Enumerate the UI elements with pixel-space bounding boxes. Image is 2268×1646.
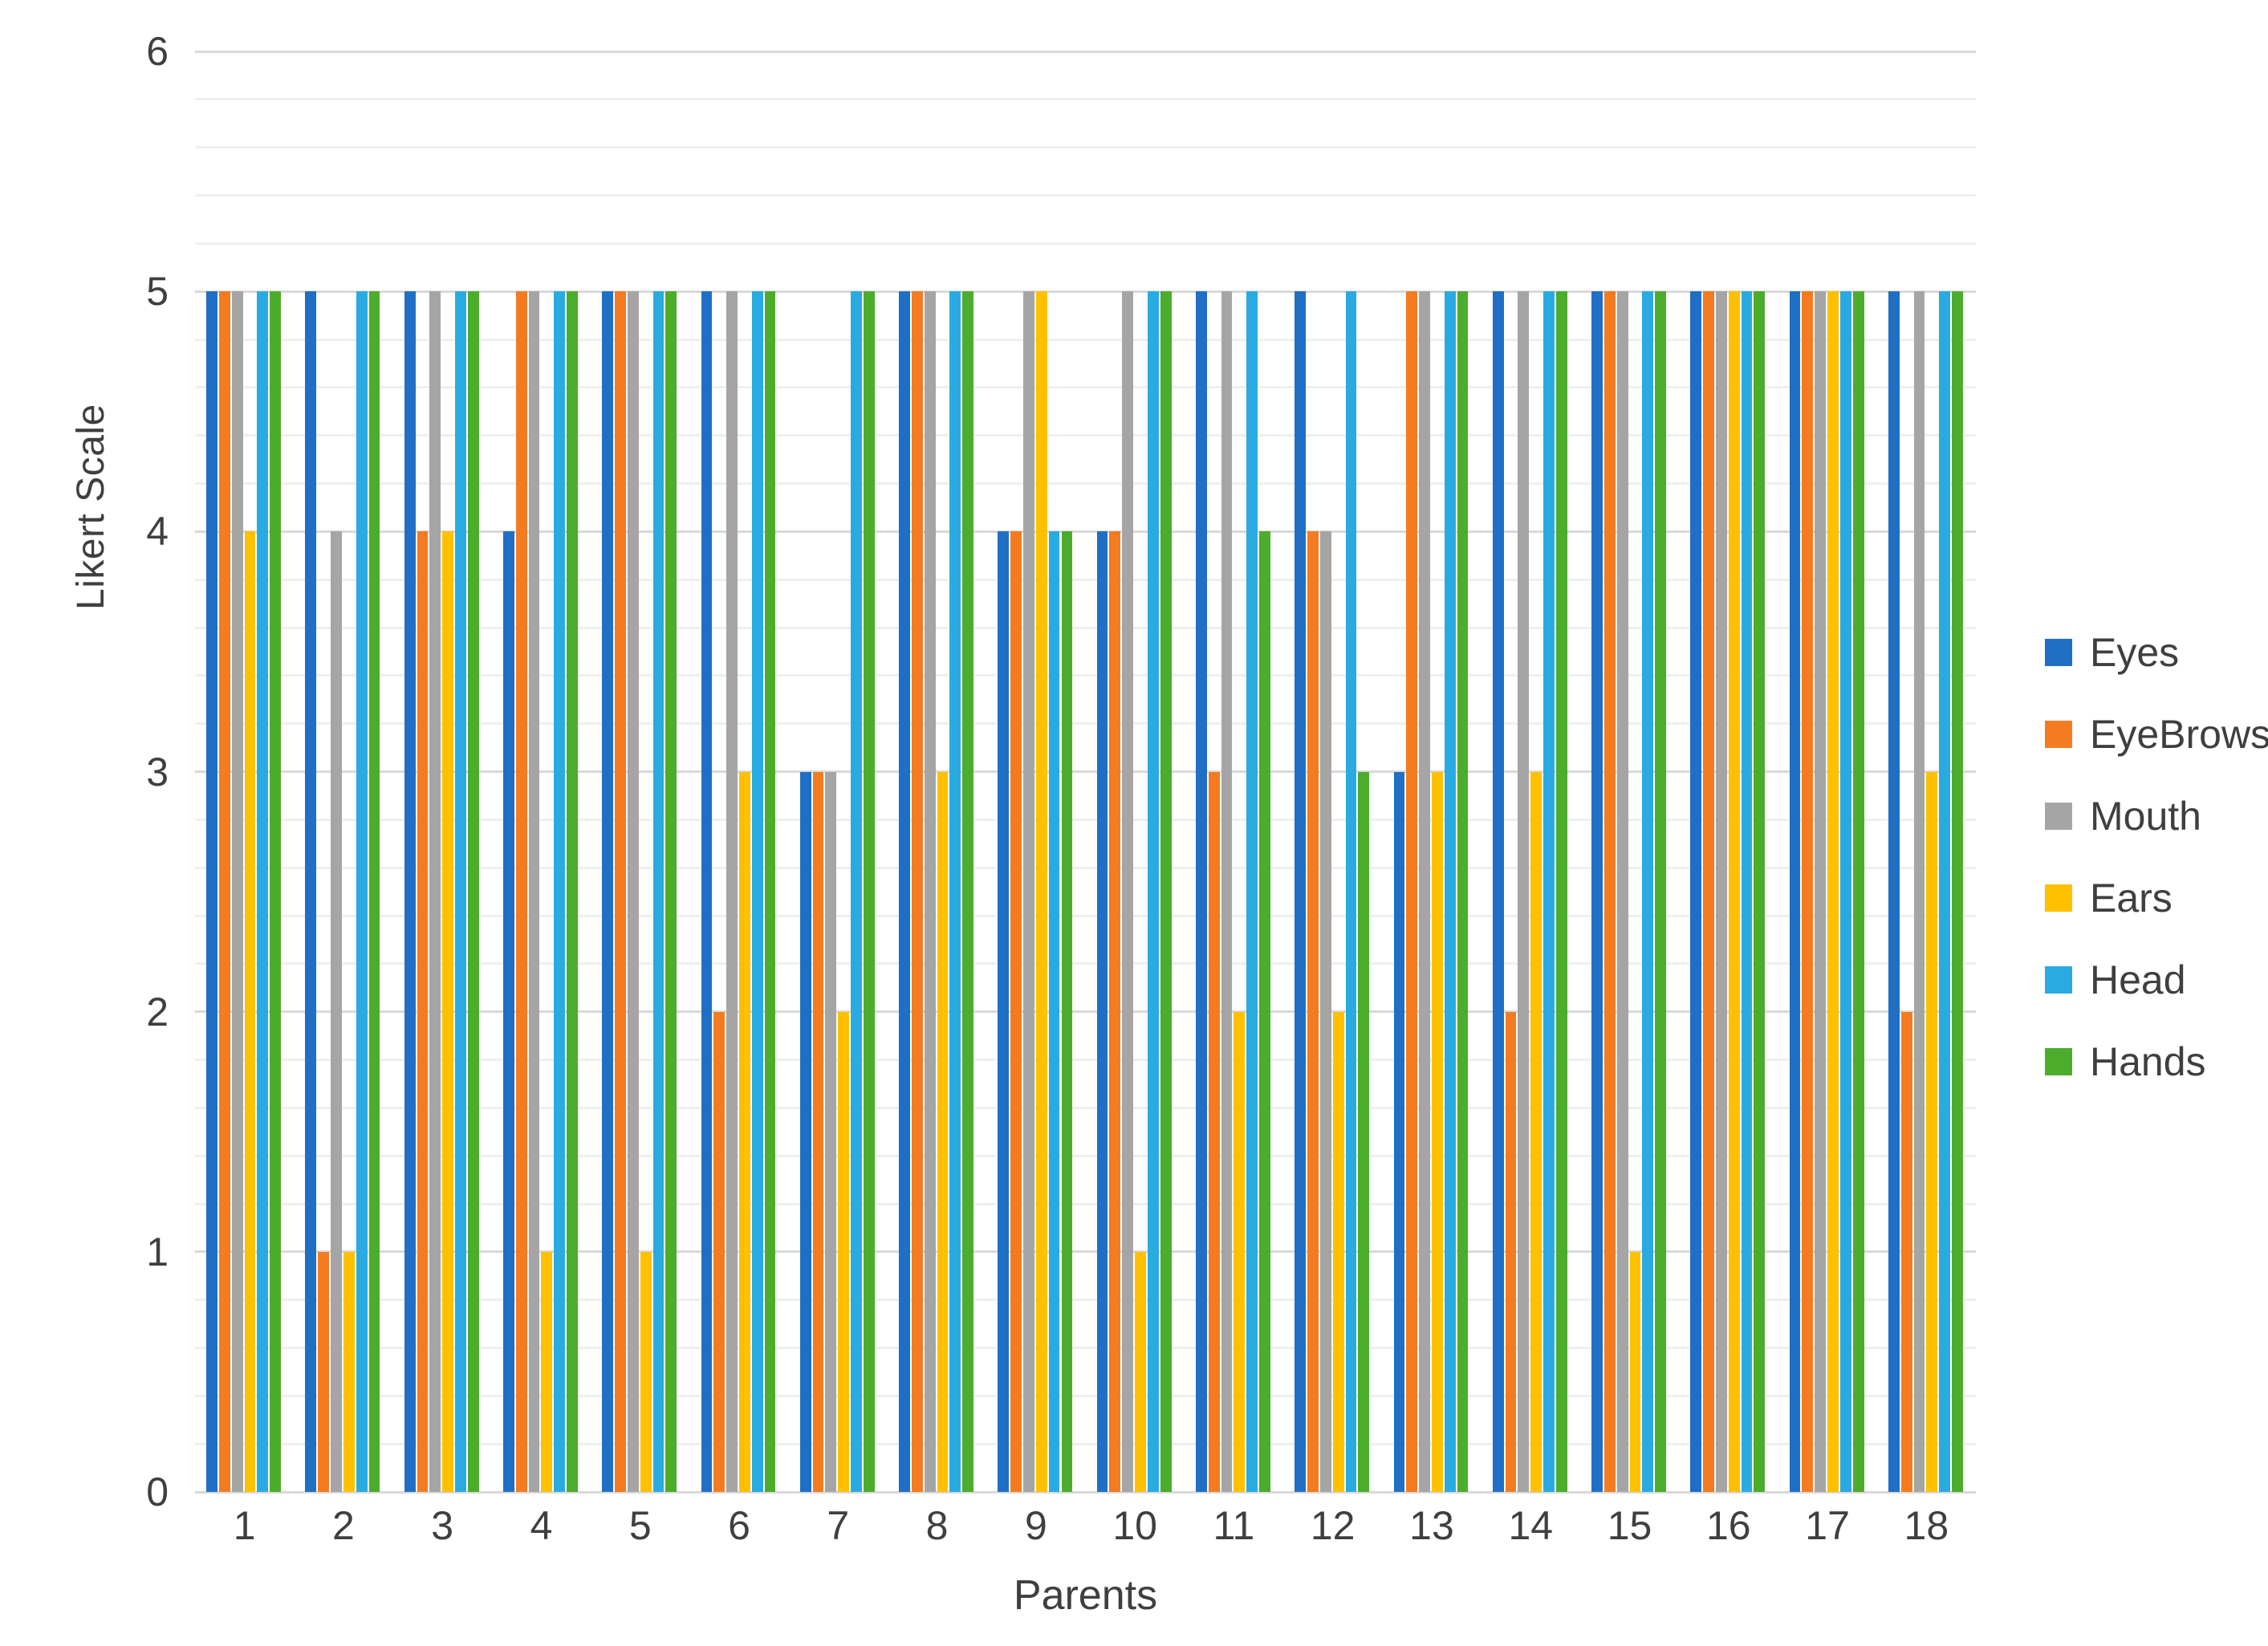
x-tick-label: 10 — [1112, 1503, 1157, 1548]
legend-item-ears[interactable]: Ears — [2045, 878, 2268, 918]
chart-container: Likert Scale 0123456 1 2 3 4 5 6 7 8 9 10 11 12 13 14… — [0, 0, 2268, 1646]
bar-group — [1295, 51, 1371, 1492]
y-tick-label: 2 — [146, 989, 169, 1034]
bar-group — [1591, 51, 1668, 1492]
legend-item-hands[interactable]: Hands — [2045, 1042, 2268, 1082]
bar-group — [206, 51, 282, 1492]
legend-label: Hands — [2090, 1039, 2206, 1084]
bar-series-layer — [195, 51, 1976, 1492]
x-tick-label: 13 — [1409, 1503, 1454, 1548]
x-axis-title: Parents — [1013, 1572, 1158, 1619]
legend-item-eyes[interactable]: Eyes — [2045, 632, 2268, 673]
x-tick-label: 7 — [827, 1503, 850, 1548]
y-tick-label: 4 — [146, 509, 169, 555]
legend-swatch-icon — [2045, 966, 2072, 994]
bar-group — [602, 51, 678, 1492]
legend-label: EyeBrows — [2090, 712, 2268, 757]
x-tick-label: 8 — [925, 1503, 949, 1548]
x-tick-label: 5 — [628, 1503, 652, 1548]
bar-group — [1493, 51, 1569, 1492]
bar-group — [800, 51, 876, 1492]
x-tick-label: 9 — [1024, 1503, 1047, 1548]
x-tick-label: 12 — [1310, 1503, 1356, 1548]
bar-group — [701, 51, 778, 1492]
legend-item-mouth[interactable]: Mouth — [2045, 796, 2268, 836]
bar-group — [998, 51, 1074, 1492]
x-axis-tick-labels: 1 2 3 4 5 6 7 8 9 10 11 12 13 14 15 16 17 18 — [195, 1502, 1976, 1559]
legend-label: Eyes — [2090, 630, 2180, 675]
bar-group — [1196, 51, 1272, 1492]
x-tick-label: 2 — [332, 1503, 355, 1548]
chart-legend: Eyes EyeBrows Mouth Ears Head Hands — [2045, 632, 2268, 1082]
legend-swatch-icon — [2045, 884, 2072, 912]
x-tick-label: 6 — [728, 1503, 750, 1548]
bar-group — [503, 51, 579, 1492]
x-tick-label: 16 — [1705, 1503, 1751, 1548]
x-tick-label: 11 — [1213, 1503, 1255, 1548]
bar-group — [1790, 51, 1866, 1492]
legend-label: Head — [2090, 957, 2186, 1002]
x-tick-label: 17 — [1805, 1503, 1850, 1548]
legend-item-head[interactable]: Head — [2045, 960, 2268, 1000]
x-tick-label: 1 — [233, 1503, 256, 1548]
bar-group — [404, 51, 481, 1492]
x-tick-label: 3 — [431, 1503, 454, 1548]
y-tick-label: 6 — [146, 29, 169, 74]
plot-area — [195, 50, 1976, 1494]
legend-label: Mouth — [2090, 794, 2201, 839]
bar-group — [899, 51, 975, 1492]
y-tick-label: 5 — [146, 269, 169, 315]
legend-item-eyebrows[interactable]: EyeBrows — [2045, 714, 2268, 754]
bar-group — [305, 51, 381, 1492]
x-tick-label: 18 — [1904, 1503, 1949, 1548]
legend-swatch-icon — [2045, 803, 2072, 830]
y-axis-title: Likert Scale — [70, 404, 112, 610]
legend-swatch-icon — [2045, 639, 2072, 666]
y-tick-label: 3 — [146, 749, 169, 795]
x-tick-label: 14 — [1508, 1503, 1554, 1548]
bar-group — [1097, 51, 1173, 1492]
bar-group — [1394, 51, 1470, 1492]
bar-group — [1888, 51, 1965, 1492]
bar-group — [1690, 51, 1766, 1492]
x-tick-label: 4 — [530, 1503, 553, 1548]
legend-swatch-icon — [2045, 721, 2072, 748]
x-tick-label: 15 — [1607, 1503, 1652, 1548]
y-tick-label: 0 — [146, 1469, 169, 1514]
legend-swatch-icon — [2045, 1048, 2072, 1075]
y-tick-label: 1 — [146, 1229, 169, 1274]
legend-label: Ears — [2090, 876, 2172, 921]
